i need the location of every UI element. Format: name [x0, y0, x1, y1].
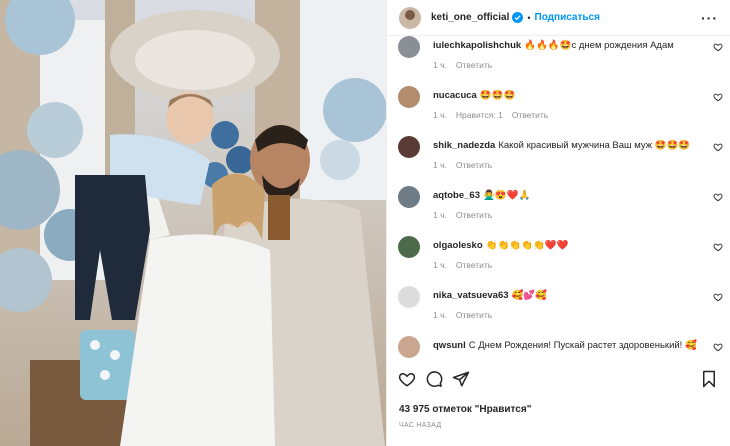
commenter-username[interactable]: iulechkapolishchuk	[433, 40, 521, 51]
like-comment-heart-icon[interactable]	[713, 142, 723, 152]
photo-illustration	[0, 0, 386, 446]
likes-count[interactable]: 43 975 отметок "Нравится"	[399, 404, 531, 415]
author-username[interactable]: keti_one_official	[431, 12, 509, 23]
share-paper-plane-icon[interactable]	[452, 370, 470, 388]
commenter-username[interactable]: qwsunl	[433, 340, 466, 351]
comment-item: nucacuca 🤩🤩🤩 1 ч. Нравится: 1 Ответить	[387, 86, 730, 136]
comment-time: 1 ч.	[433, 310, 447, 320]
comment-text: 🥰💕🥰	[511, 290, 548, 301]
comment-time: 1 ч.	[433, 210, 447, 220]
comment-item: olgaolesko 👏👏👏👏👏❤️❤️ 1 ч. Ответить	[387, 236, 730, 286]
comment-item: iulechkapolishchuk 🔥🔥🔥🤩с днем рождения Ад…	[387, 36, 730, 86]
comment-time: 1 ч.	[433, 60, 447, 70]
commenter-avatar[interactable]	[398, 336, 420, 358]
author-avatar[interactable]	[399, 6, 421, 29]
like-comment-heart-icon[interactable]	[713, 42, 723, 52]
comment-item: aqtobe_63 🙅‍♂️😍❤️🙏 1 ч. Ответить	[387, 186, 730, 236]
comment-bubble-icon[interactable]	[425, 370, 443, 388]
reply-link[interactable]: Ответить	[512, 110, 548, 120]
comment-item: qwsunl С Днем Рождения! Пускай растет здо…	[387, 336, 730, 358]
reply-link[interactable]: Ответить	[456, 310, 492, 320]
like-comment-heart-icon[interactable]	[713, 92, 723, 102]
comment-text: С Днем Рождения! Пускай растет здорове​н…	[468, 340, 697, 351]
comment-text: 🙅‍♂️😍❤️🙏	[483, 190, 531, 201]
separator-dot: •	[527, 12, 531, 23]
reply-link[interactable]: Ответить	[456, 160, 492, 170]
reply-link[interactable]: Ответить	[456, 260, 492, 270]
comment-text: 🤩🤩🤩	[479, 90, 516, 101]
post-photo[interactable]	[0, 0, 386, 446]
like-comment-heart-icon[interactable]	[713, 292, 723, 302]
commenter-username[interactable]: olgaolesko	[433, 240, 483, 251]
posted-time: ЧАС НАЗАД	[399, 422, 442, 429]
like-comment-heart-icon[interactable]	[713, 192, 723, 202]
commenter-avatar[interactable]	[398, 286, 420, 308]
like-heart-icon[interactable]	[398, 370, 416, 388]
commenter-username[interactable]: aqtobe_63	[433, 190, 480, 201]
comment-item: shik_nadezda Какой красивый мужчина Ваш м…	[387, 136, 730, 186]
comments-list[interactable]: iulechkapolishchuk 🔥🔥🔥🤩с днем рождения Ад…	[387, 36, 730, 358]
post-dialog: keti_one_official • Подписаться ··· iule…	[0, 0, 730, 446]
comment-text: 👏👏👏👏👏❤️❤️	[485, 240, 569, 251]
commenter-avatar[interactable]	[398, 36, 420, 58]
like-comment-heart-icon[interactable]	[713, 242, 723, 252]
commenter-avatar[interactable]	[398, 236, 420, 258]
comment-time: 1 ч.	[433, 110, 447, 120]
comment-item: nika_vatsueva63 🥰💕🥰 1 ч. Ответить	[387, 286, 730, 336]
verified-badge-icon	[512, 12, 524, 23]
comment-time: 1 ч.	[433, 160, 447, 170]
follow-button[interactable]: Подписаться	[535, 12, 600, 23]
more-options-icon[interactable]: ···	[701, 10, 718, 26]
post-actions	[398, 370, 718, 394]
comment-text: 🔥🔥🔥🤩с днем рождения Адам	[524, 40, 674, 51]
reply-link[interactable]: Ответить	[456, 60, 492, 70]
comment-text: Какой красивый мужчина Ваш муж 🤩🤩🤩	[498, 140, 691, 151]
post-header: keti_one_official • Подписаться ···	[387, 0, 730, 36]
commenter-avatar[interactable]	[398, 136, 420, 158]
commenter-username[interactable]: nucacuca	[433, 90, 477, 101]
save-bookmark-icon[interactable]	[700, 370, 718, 388]
post-side-panel: keti_one_official • Подписаться ··· iule…	[386, 0, 730, 446]
comment-time: 1 ч.	[433, 260, 447, 270]
reply-link[interactable]: Ответить	[456, 210, 492, 220]
commenter-avatar[interactable]	[398, 186, 420, 208]
like-comment-heart-icon[interactable]	[713, 342, 723, 352]
commenter-username[interactable]: nika_vatsueva63	[433, 290, 509, 301]
comment-likes[interactable]: Нравится: 1	[456, 110, 503, 120]
commenter-username[interactable]: shik_nadezda	[433, 140, 495, 151]
commenter-avatar[interactable]	[398, 86, 420, 108]
